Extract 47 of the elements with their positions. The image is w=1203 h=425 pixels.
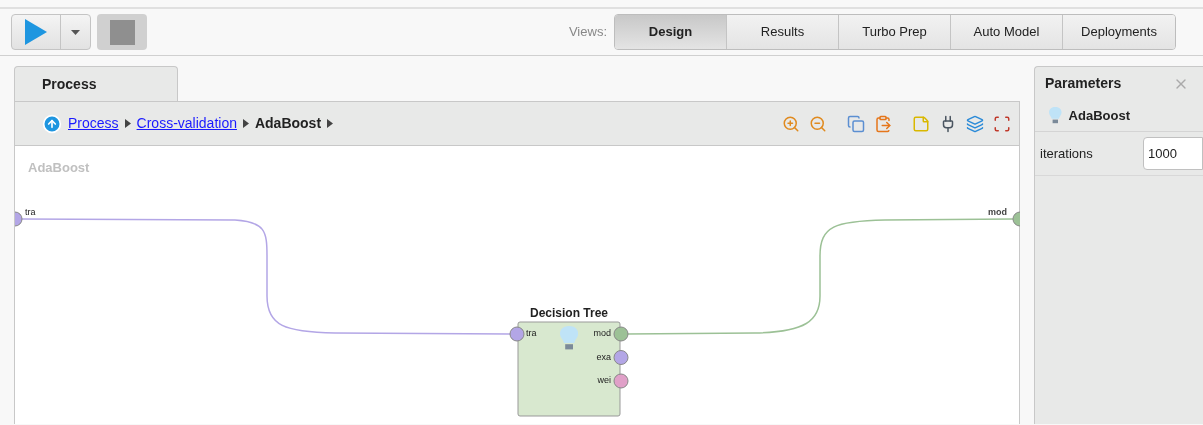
port-label: mod	[988, 206, 1007, 219]
breadcrumb-link[interactable]: Cross-validation	[136, 113, 237, 134]
operator-name: Decision Tree	[528, 305, 609, 322]
parameter-label: iterations	[1040, 144, 1094, 163]
play-icon	[25, 19, 47, 45]
port-label: tra	[526, 327, 537, 340]
breadcrumb-current: AdaBoost	[254, 114, 322, 133]
port[interactable]	[1012, 211, 1020, 227]
views-label: Views:	[568, 23, 607, 42]
view-tab[interactable]: Turbo Prep	[839, 15, 951, 49]
breadcrumb-arrow-icon	[242, 119, 249, 128]
run-split-button[interactable]	[11, 14, 91, 50]
caret-icon	[71, 29, 80, 35]
canvas-title: AdaBoost	[28, 159, 90, 177]
breadcrumb-arrow-icon	[124, 119, 131, 128]
port-label: tra	[25, 206, 36, 219]
zoom-in-icon[interactable]	[782, 114, 800, 133]
view-tab[interactable]: Results	[727, 15, 839, 49]
port[interactable]	[509, 326, 525, 342]
note-add-icon[interactable]	[912, 114, 930, 133]
process-tab[interactable]: Process	[14, 66, 178, 101]
lightbulb-icon	[560, 326, 579, 352]
zoom-out-icon[interactable]	[809, 114, 827, 133]
lightbulb-icon	[1049, 106, 1062, 125]
port[interactable]	[613, 350, 629, 365]
parameter-field[interactable]: 1000	[1143, 137, 1203, 170]
stop-icon	[109, 19, 135, 45]
port-label: wei	[596, 374, 611, 387]
view-tab[interactable]: Deployments	[1063, 15, 1175, 49]
operator-box[interactable]	[517, 321, 621, 417]
copy-icon[interactable]	[847, 114, 865, 133]
paste-icon[interactable]	[874, 114, 892, 133]
view-tab[interactable]: Design	[615, 15, 727, 49]
operator-label: AdaBoost	[1068, 106, 1130, 125]
port[interactable]	[15, 211, 23, 227]
port[interactable]	[613, 326, 629, 342]
breadcrumb-link[interactable]: Process	[68, 113, 119, 134]
port-label: exa	[595, 350, 611, 364]
breadcrumb-arrow-icon	[327, 119, 334, 128]
stop-button[interactable]	[97, 14, 147, 50]
port[interactable]	[613, 373, 629, 389]
view-tab[interactable]: Auto Model	[951, 15, 1063, 49]
fit-icon[interactable]	[993, 114, 1011, 133]
up-icon[interactable]	[42, 113, 62, 134]
layers-icon[interactable]	[966, 114, 984, 133]
port-label: mod	[592, 327, 611, 340]
panel-title: Parameters	[1045, 74, 1122, 93]
